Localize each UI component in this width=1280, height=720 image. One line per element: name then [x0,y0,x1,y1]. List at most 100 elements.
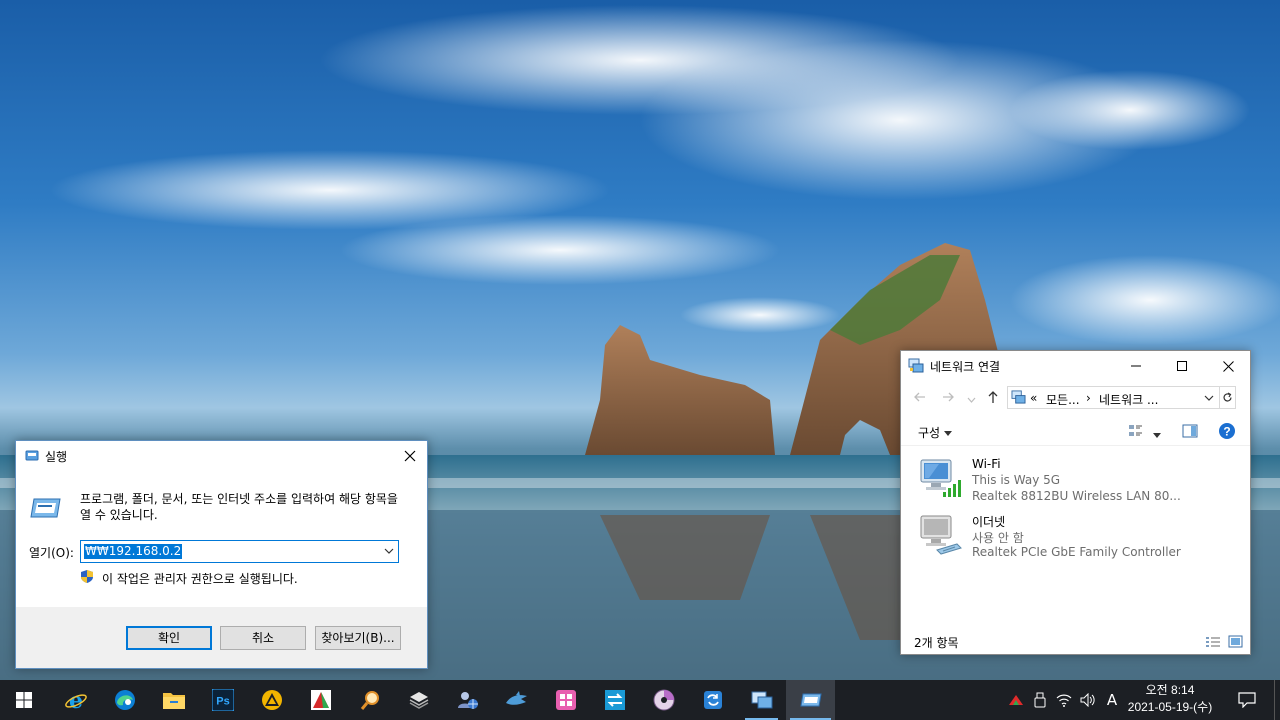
taskbar-app-edge[interactable] [100,680,149,720]
connection-adapter: Realtek PCIe GbE Family Controller [972,545,1181,559]
clock-time: 오전 8:14 [1145,683,1195,697]
taskbar-app-network-monitor[interactable] [737,680,786,720]
command-bar: 구성 ? [901,416,1250,446]
run-app-icon [25,449,39,464]
disc-app-icon [653,689,674,711]
recent-chevron-icon[interactable] [967,393,976,407]
back-arrow-icon[interactable] [913,390,927,407]
wifi-tray-icon[interactable] [1052,680,1076,720]
uac-shield-icon [80,569,94,587]
change-view-icon[interactable] [1128,423,1144,442]
details-view-icon[interactable] [1205,636,1221,651]
open-combobox[interactable]: ₩₩192.168.0.2 [80,540,399,563]
close-button[interactable] [1205,351,1251,381]
address-bar[interactable]: « 모든... › 네트워크 ... [1007,386,1220,409]
navigation-bar: « 모든... › 네트워크 ... [901,385,1250,411]
organize-menu[interactable]: 구성 [918,424,952,441]
internet-explorer-icon: e [64,688,87,712]
connection-item-wifi[interactable]: Wi-Fi This is Way 5G Realtek 8812BU Wire… [917,455,1237,509]
network-titlebar[interactable]: 네트워크 연결 [901,351,1250,381]
connection-name: 이더넷 [972,515,1006,529]
browse-button[interactable]: 찾아보기(B)... [315,626,401,650]
svg-text:?: ? [1223,425,1230,439]
taskbar-app-internet-explorer[interactable]: e [51,680,100,720]
close-button[interactable] [393,441,427,471]
tray-red-app-icon[interactable] [1004,680,1028,720]
chevron-down-icon[interactable] [383,545,395,560]
cancel-button[interactable]: 취소 [220,626,306,650]
taskbar-app-photoshop[interactable]: Ps [198,680,247,720]
photoshop-icon: Ps [211,689,234,711]
network-folder-icon [908,358,924,376]
connection-item-ethernet[interactable]: 이더넷 사용 안 함 Realtek PCIe GbE Family Contr… [917,511,1237,565]
chevron-down-icon[interactable] [1204,392,1214,406]
status-bar: 2개 항목 [901,631,1250,655]
taskbar-app-disc[interactable] [639,680,688,720]
address-prefix[interactable]: « [1030,391,1037,405]
clock-date: 2021-05-19-(수) [1127,700,1213,714]
svg-text:Ps: Ps [216,696,229,708]
input-method-indicator[interactable]: A [1100,680,1124,720]
clock[interactable]: 오전 8:14 2021-05-19-(수) [1122,682,1218,718]
notification-icon [1238,692,1256,708]
run-dialog: 실행 프로그램, 폴더, 문서, 또는 인터넷 주소를 입력하여 해당 항목을 … [15,440,428,669]
large-icons-view-icon[interactable] [1228,635,1243,651]
connection-status: 사용 안 함 [972,531,1024,545]
taskbar-app-shark[interactable] [492,680,541,720]
usb-eject-icon[interactable] [1028,680,1052,720]
refresh-button[interactable] [1219,386,1236,409]
taskbar-app-person-globe[interactable] [443,680,492,720]
taskbar-app-red-green[interactable] [296,680,345,720]
taskbar-app-run[interactable] [786,680,835,720]
remote-user-app-icon [457,692,478,709]
magnifier-app-icon [360,691,379,710]
preview-pane-icon[interactable] [1182,423,1198,442]
ok-button[interactable]: 확인 [126,626,212,650]
run-titlebar[interactable]: 실행 [16,441,427,471]
network-connections-icon [751,691,772,709]
taskbar-app-file-explorer[interactable] [149,680,198,720]
taskbar-apps: e Ps [51,680,835,720]
open-label: 열기(O): [29,546,74,560]
minimize-icon [1131,365,1141,367]
network-connections-window: 네트워크 연결 « 모든... › 네트워크 ... 구성 ? Wi-Fi Th… [900,350,1251,655]
run-app-icon [799,693,822,707]
address-segment-network[interactable]: 네트워크 ... [1099,391,1158,408]
taskbar-app-tiles[interactable] [541,680,590,720]
connection-adapter: Realtek 8812BU Wireless LAN 80... [972,489,1181,503]
folder-icon [162,693,185,709]
run-title: 실행 [45,450,68,464]
ethernet-adapter-icon [917,514,965,559]
taskbar-app-stack[interactable] [394,680,443,720]
maximize-button[interactable] [1159,351,1205,381]
volume-icon[interactable] [1076,680,1100,720]
windows-logo-icon [16,692,32,708]
taskbar-app-magnifier[interactable] [345,680,394,720]
start-button[interactable] [0,680,48,720]
up-arrow-icon[interactable] [986,390,1000,407]
action-center-button[interactable] [1230,680,1264,720]
color-picker-app-icon [310,690,331,710]
run-description: 프로그램, 폴더, 문서, 또는 인터넷 주소를 입력하여 해당 항목을 열 수… [80,492,398,522]
address-segment-all[interactable]: 모든... [1046,391,1080,408]
taskbar-app-sync[interactable] [688,680,737,720]
help-icon[interactable]: ? [1218,422,1236,443]
run-body: 프로그램, 폴더, 문서, 또는 인터넷 주소를 입력하여 해당 항목을 열 수… [16,471,427,607]
address-separator: › [1086,391,1091,405]
warning-triangle-app-icon [261,690,282,710]
admin-notice: 이 작업은 관리자 권한으로 실행됩니다. [80,569,298,587]
close-icon [1222,360,1234,372]
taskbar: e Ps A 오전 8:14 2021-05-19-(수) [0,680,1280,720]
open-input-value[interactable]: ₩₩192.168.0.2 [84,544,183,559]
connection-name: Wi-Fi [972,457,1001,471]
tiles-app-icon [555,690,576,710]
minimize-button[interactable] [1113,351,1159,381]
forward-arrow-icon[interactable] [941,390,955,407]
taskbar-app-arrows[interactable] [590,680,639,720]
connection-status: This is Way 5G [972,473,1061,487]
system-tray: A [1004,680,1124,720]
show-desktop-button[interactable] [1274,680,1280,720]
taskbar-app-triangle[interactable] [247,680,296,720]
view-options-caret-icon[interactable] [1153,428,1161,442]
run-program-icon [30,496,62,523]
